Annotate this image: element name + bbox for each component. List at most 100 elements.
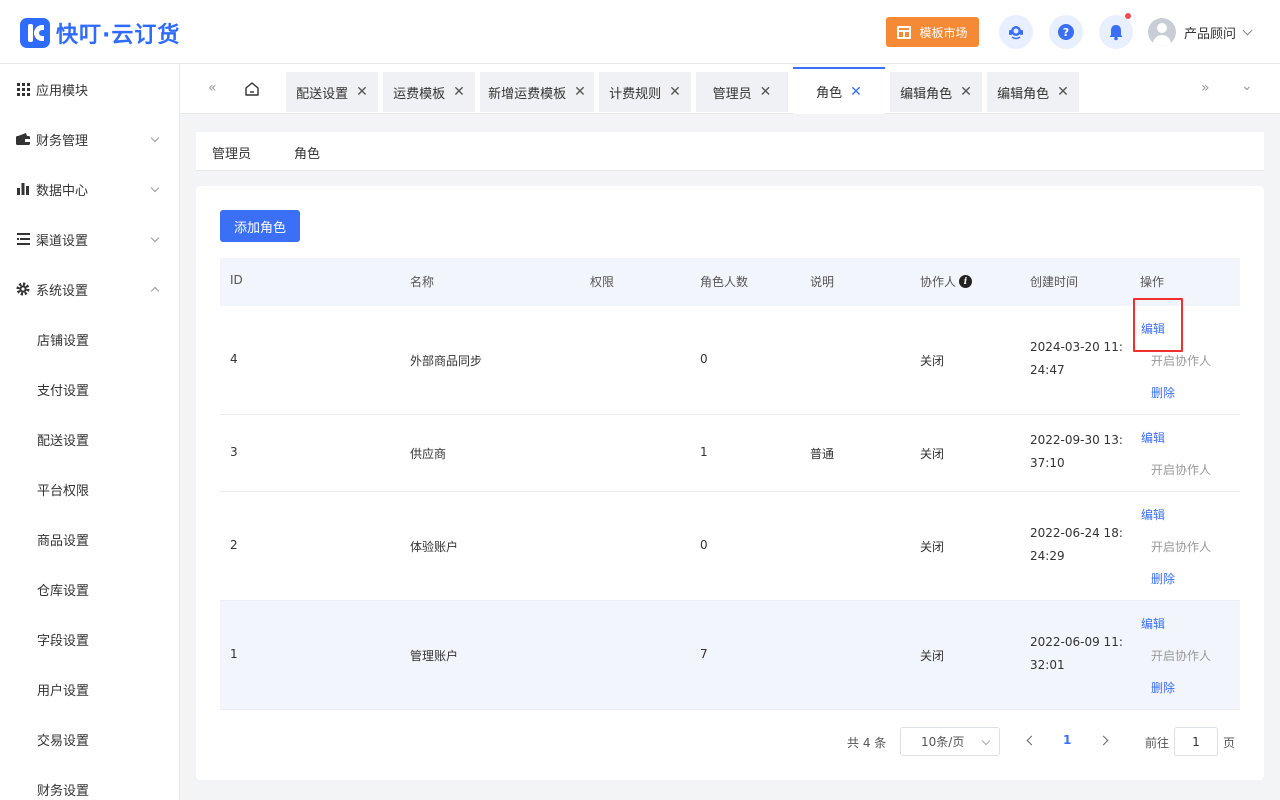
tab-freight-template[interactable]: 运费模板 ✕ (383, 72, 475, 112)
total-count: 共 4 条 (847, 735, 887, 750)
double-chevron-left-icon[interactable]: « (208, 80, 217, 96)
sidebar-subitem-user[interactable]: 用户设置 (0, 664, 180, 714)
template-market-button[interactable]: 模板市场 (886, 17, 979, 47)
cell-member-count: 0 (700, 538, 708, 552)
sidebar-subitem-label: 仓库设置 (37, 583, 90, 599)
template-market-label: 模板市场 (919, 25, 968, 40)
close-icon[interactable]: ✕ (453, 85, 465, 99)
enable-collaborator-link[interactable]: 开启协作人 (1151, 647, 1211, 664)
add-role-button[interactable]: 添加角色 (220, 210, 300, 242)
cell-collaborator: 关闭 (920, 354, 945, 368)
sidebar-subitem-trade[interactable]: 交易设置 (0, 714, 180, 764)
sidebar-subitem-store[interactable]: 店铺设置 (0, 314, 180, 364)
sidebar-subitem-label: 交易设置 (37, 733, 90, 749)
tab-role[interactable]: 角色 ✕ (793, 67, 885, 114)
sidebar-item-finance[interactable]: 财务管理 (0, 114, 180, 164)
goto-label: 前往 (1145, 735, 1170, 750)
user-menu[interactable]: 产品顾问 (1148, 17, 1253, 47)
cell-collaborator: 关闭 (920, 540, 945, 554)
subtab-admin[interactable]: 管理员 (212, 143, 251, 162)
tab-label: 角色 (816, 86, 843, 101)
tabs-bar: « 配送设置 ✕ 运费模板 ✕ 新增运费模板 ✕ 计费规则 ✕ 管理员 ✕ 角色 ✕ 编辑角… (180, 64, 1280, 114)
close-icon[interactable]: ✕ (850, 85, 862, 99)
close-icon[interactable]: ✕ (356, 85, 368, 99)
next-page-icon[interactable] (1098, 735, 1109, 746)
sidebar-item-system-settings[interactable]: 系统设置 (0, 264, 180, 314)
column-header-id: ID (230, 273, 243, 287)
close-icon[interactable]: ✕ (1057, 85, 1069, 99)
cell-name: 供应商 (410, 447, 447, 461)
chevron-down-icon (150, 183, 160, 193)
sidebar-subitem-label: 商品设置 (37, 533, 90, 549)
user-name: 产品顾问 (1184, 26, 1237, 42)
delete-link[interactable]: 删除 (1151, 570, 1175, 587)
sidebar-item-channel[interactable]: 渠道设置 (0, 214, 180, 264)
role-panel: 添加角色 ID 名称 权限 角色人数 说明 协作人 i 创建时间 操作 4 外部… (196, 186, 1264, 780)
sidebar-subitem-delivery[interactable]: 配送设置 (0, 414, 180, 464)
chevron-down-icon (981, 736, 991, 746)
tab-label: 编辑角色 (997, 86, 1050, 102)
delete-link[interactable]: 删除 (1151, 679, 1175, 696)
tab-delivery-settings[interactable]: 配送设置 ✕ (286, 72, 378, 112)
sidebar-subitem-field[interactable]: 字段设置 (0, 614, 180, 664)
enable-collaborator-link[interactable]: 开启协作人 (1151, 352, 1211, 369)
close-icon[interactable]: ✕ (669, 85, 681, 99)
column-header-collaborator: 协作人 i (920, 273, 973, 290)
sidebar-item-data-center[interactable]: 数据中心 (0, 164, 180, 214)
double-chevron-right-icon[interactable]: » (1201, 80, 1210, 96)
delete-link[interactable]: 删除 (1151, 384, 1175, 401)
sub-tabs: 管理员 角色 (196, 132, 1264, 171)
sidebar-subitem-label: 支付设置 (37, 383, 90, 399)
subtab-role[interactable]: 角色 (294, 143, 320, 162)
table-row: 3 供应商 1 普通 关闭 2022-09-30 13:37:10 编辑 开启协… (220, 415, 1240, 492)
page-size-select[interactable]: 10条/页 (900, 727, 1000, 756)
home-icon[interactable] (243, 80, 261, 98)
grid-icon (16, 82, 30, 96)
list-icon (16, 232, 30, 246)
app-logo[interactable]: 快叮·云订货 (20, 17, 180, 49)
sidebar-item-label: 财务管理 (36, 133, 89, 149)
sidebar-subitem-finance[interactable]: 财务设置 (0, 764, 180, 800)
column-header-name: 名称 (410, 275, 435, 289)
page-suffix: 页 (1223, 735, 1236, 750)
close-icon[interactable]: ✕ (760, 85, 772, 99)
edit-link[interactable]: 编辑 (1141, 429, 1165, 446)
tab-edit-role[interactable]: 编辑角色 ✕ (890, 72, 982, 112)
wallet-icon (16, 132, 30, 146)
customer-service-icon[interactable] (999, 15, 1033, 49)
goto-page-input[interactable] (1174, 727, 1218, 756)
prev-page-icon[interactable] (1026, 735, 1037, 746)
enable-collaborator-link[interactable]: 开启协作人 (1151, 461, 1211, 478)
enable-collaborator-link[interactable]: 开启协作人 (1151, 538, 1211, 555)
tab-label: 新增运费模板 (488, 86, 567, 102)
chevron-down-icon[interactable]: ⌄ (1241, 78, 1253, 94)
sidebar-item-label: 渠道设置 (36, 233, 89, 249)
help-icon[interactable]: ? (1049, 15, 1083, 49)
info-icon[interactable]: i (959, 275, 973, 288)
current-page-number[interactable]: 1 (1063, 733, 1071, 747)
cell-description: 普通 (810, 447, 835, 461)
top-header: 快叮·云订货 模板市场 ? 产品顾问 (0, 0, 1280, 64)
column-header-collaborator-label: 协作人 (920, 275, 957, 289)
sidebar-item-app-modules[interactable]: 应用模块 (0, 64, 180, 114)
notification-bell-icon[interactable] (1099, 13, 1133, 49)
edit-link[interactable]: 编辑 (1141, 615, 1165, 632)
sidebar-subitem-label: 字段设置 (37, 633, 90, 649)
tab-new-freight-template[interactable]: 新增运费模板 ✕ (480, 72, 594, 112)
close-icon[interactable]: ✕ (574, 85, 586, 99)
tab-label: 管理员 (712, 86, 752, 102)
sidebar-subitem-warehouse[interactable]: 仓库设置 (0, 564, 180, 614)
chevron-down-icon (1242, 25, 1253, 35)
sidebar-item-label: 应用模块 (36, 83, 89, 99)
tab-admin[interactable]: 管理员 ✕ (696, 72, 788, 112)
cell-id: 4 (230, 352, 238, 366)
sidebar-subitem-platform-permission[interactable]: 平台权限 (0, 464, 180, 514)
sidebar-subitem-product[interactable]: 商品设置 (0, 514, 180, 564)
tab-billing-rules[interactable]: 计费规则 ✕ (599, 72, 691, 112)
column-header-operations: 操作 (1140, 275, 1165, 289)
chevron-up-icon (150, 286, 160, 296)
tab-edit-role-2[interactable]: 编辑角色 ✕ (987, 72, 1079, 112)
edit-link[interactable]: 编辑 (1141, 506, 1165, 523)
sidebar-subitem-payment[interactable]: 支付设置 (0, 364, 180, 414)
close-icon[interactable]: ✕ (960, 85, 972, 99)
